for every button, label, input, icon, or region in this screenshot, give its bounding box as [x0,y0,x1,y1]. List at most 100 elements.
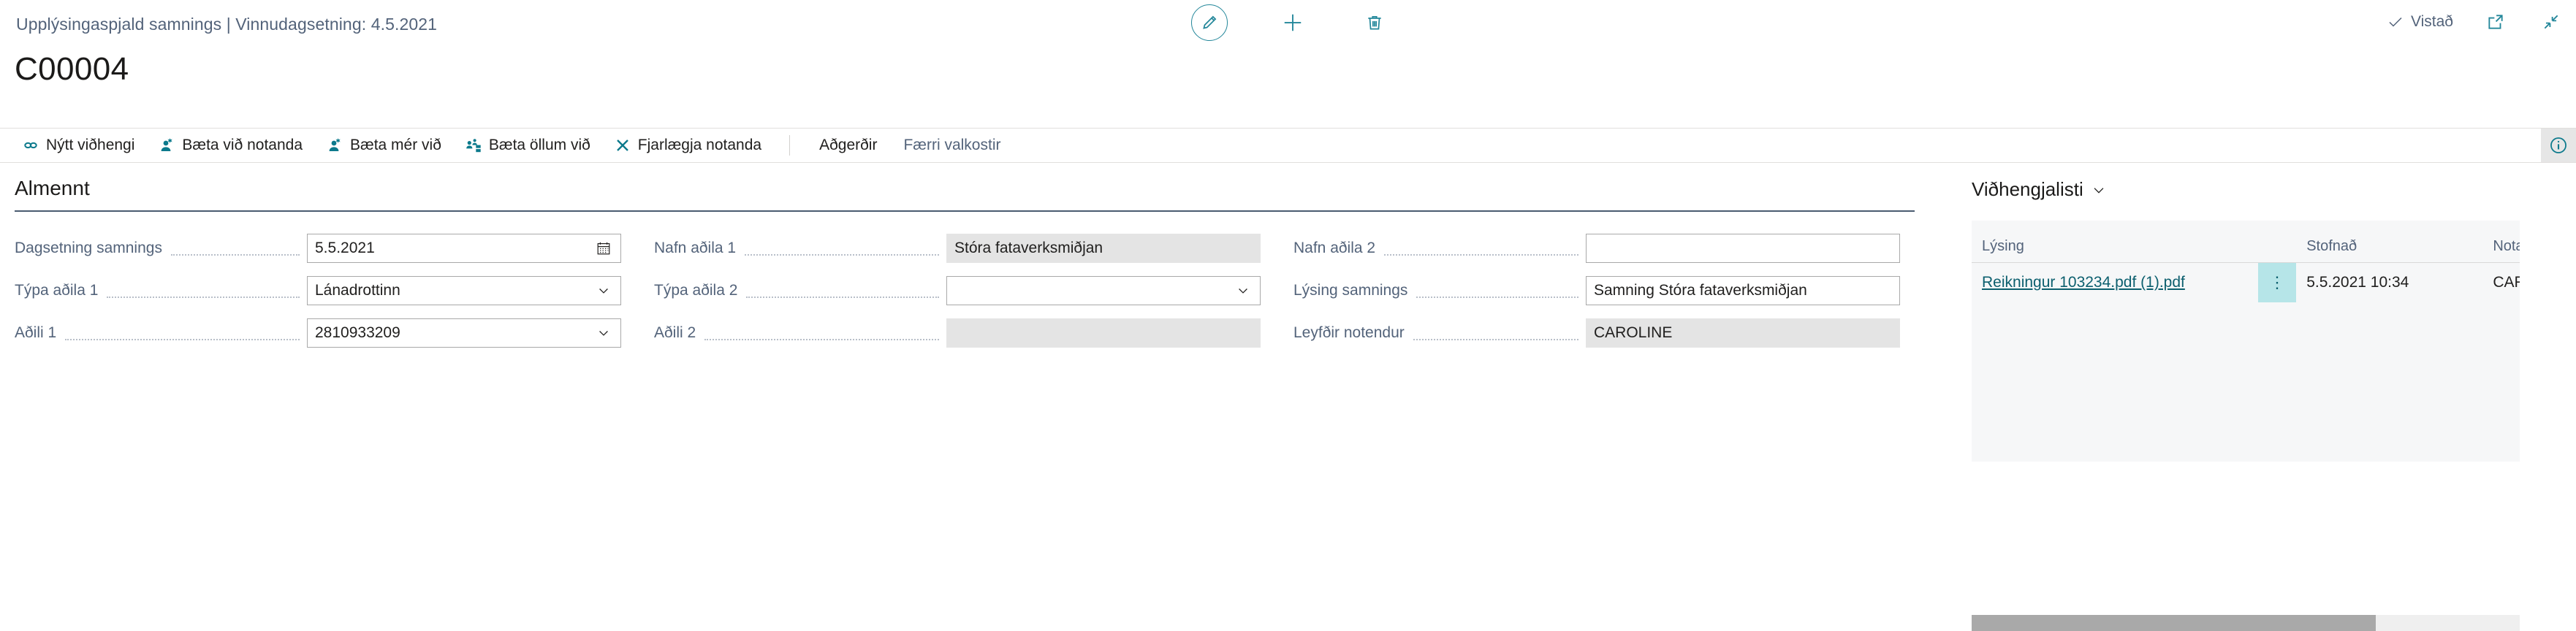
field-control: Lánadrottinn [307,276,621,305]
section-title-almennt: Almennt [15,177,90,199]
field-adili-2: Aðili 2 [654,318,1261,348]
field-control: 2810933209 [307,318,621,348]
field-column-2: Nafn aðila 1 Stóra fataverksmiðjan Týpa … [654,234,1261,361]
ribbon-new-attachment[interactable]: Nýtt viðhengi [10,129,146,162]
cell-created: 5.5.2021 10:34 [2296,262,2483,302]
edit-button[interactable] [1191,4,1228,41]
cell-user: CAROLIN [2482,262,2520,302]
allowed-users-display: CAROLINE [1586,318,1900,348]
remove-user-icon [614,137,631,154]
vertical-dots-icon: ⋮ [2268,273,2285,291]
action-ribbon: Nýtt viðhengi Bæta við notanda Bæta mér … [0,128,2576,163]
party-2-display [946,318,1261,348]
party-1-name-display: Stóra fataverksmiðjan [946,234,1261,263]
checkmark-icon [2387,13,2404,31]
field-value: Samning Stóra fataverksmiðjan [1594,282,1807,299]
attachment-table-head: Lýsing Stofnað Notandakó [1972,221,2520,263]
calendar-icon[interactable] [594,234,613,262]
column-header-stofnad[interactable]: Stofnað [2296,221,2483,263]
column-header-notandakodi[interactable]: Notandakó [2482,221,2520,263]
edit-icon [1200,13,1219,32]
ribbon-new-attachment-label: Nýtt viðhengi [46,137,135,153]
label-leader [65,324,300,340]
header-status-group: Vistað [2387,9,2564,35]
attachment-table-viewport: Lýsing Stofnað Notandakó Reikningur 1032… [1972,221,2520,462]
add-me-icon [326,137,343,154]
field-control: Stóra fataverksmiðjan [946,234,1261,263]
table-row[interactable]: Reikningur 103234.pdf (1).pdf ⋮ 5.5.2021… [1972,262,2520,302]
ribbon-add-me-label: Bæta mér við [350,137,441,153]
label-leader [170,240,300,256]
top-header-bar: Upplýsingaspjald samnings | Vinnudagsetn… [0,0,2576,46]
label-leader [1416,282,1578,298]
add-all-icon [465,137,482,154]
field-leyfdir-notendur: Leyfðir notendur CAROLINE [1293,318,1900,348]
add-icon [1282,12,1304,34]
field-typa-adila-1: Týpa aðila 1 Lánadrottinn [15,276,621,305]
field-control [1586,234,1900,263]
party-2-name-input[interactable] [1586,234,1900,263]
field-label: Dagsetning samnings [15,240,162,256]
attachment-list-title: Viðhengjalisti [1972,178,2083,200]
page-root: Upplýsingaspjald samnings | Vinnudagsetn… [0,0,2576,631]
collapse-icon [2542,12,2561,31]
link-icon [22,137,39,154]
ribbon-add-user[interactable]: Bæta við notanda [146,129,314,162]
attachment-list-header[interactable]: Viðhengjalisti [1972,178,2107,201]
field-control [946,276,1261,305]
ribbon-actions-menu[interactable]: Aðgerðir [806,129,890,162]
header-action-group [1191,4,1391,41]
field-typa-adila-2: Týpa aðila 2 [654,276,1261,305]
open-in-new-window-button[interactable] [2482,9,2509,35]
chevron-down-icon[interactable] [594,319,613,347]
delete-icon [1365,13,1384,32]
contract-description-input[interactable]: Samning Stóra fataverksmiðjan [1586,276,1900,305]
field-label: Aðili 2 [654,324,696,341]
ribbon-add-user-label: Bæta við notanda [182,137,303,153]
chevron-down-icon[interactable] [1234,277,1253,305]
column-header-actions [2257,221,2297,263]
field-label: Lýsing samnings [1293,282,1408,299]
column-header-lysing[interactable]: Lýsing [1972,221,2258,263]
breadcrumb: Upplýsingaspjald samnings | Vinnudagsetn… [16,15,438,34]
ribbon-add-all[interactable]: Bæta öllum við [453,129,602,162]
label-leader [1384,240,1578,256]
party-type-2-select[interactable] [946,276,1261,305]
section-divider [15,210,1915,212]
field-label: Nafn aðila 1 [654,240,737,256]
new-button[interactable] [1276,6,1310,39]
collapse-button[interactable] [2538,9,2564,35]
field-adili-1: Aðili 1 2810933209 [15,318,621,348]
contract-date-input[interactable]: 5.5.2021 [307,234,621,263]
ribbon-fewer-options[interactable]: Færri valkostir [890,129,1014,162]
scrollbar-thumb[interactable] [1972,615,2376,631]
field-nafn-adila-1: Nafn aðila 1 Stóra fataverksmiðjan [654,234,1261,263]
ribbon-remove-user-label: Fjarlægja notanda [637,137,762,153]
save-status: Vistað [2387,13,2453,31]
field-label: Leyfðir notendur [1293,324,1405,341]
main-content: Almennt Dagsetning samnings 5.5.2021 Týp… [0,164,2576,631]
attachment-list-panel: Viðhengjalisti Lýsing Stofnað Notandakó [1958,164,2576,631]
field-value: Lánadrottinn [315,282,400,299]
field-value: 2810933209 [315,324,400,341]
field-value: CAROLINE [1594,324,1673,341]
chevron-down-icon[interactable] [594,277,613,305]
ribbon-remove-user[interactable]: Fjarlægja notanda [602,129,773,162]
delete-button[interactable] [1358,6,1391,39]
field-value: 5.5.2021 [315,240,375,256]
attachment-horizontal-scrollbar[interactable] [1972,615,2520,631]
ribbon-add-me[interactable]: Bæta mér við [314,129,453,162]
party-type-1-select[interactable]: Lánadrottinn [307,276,621,305]
panel-divider [1946,164,1947,488]
label-leader [745,240,939,256]
field-label: Aðili 1 [15,324,57,341]
row-menu-button[interactable]: ⋮ [2257,262,2297,302]
ribbon-add-all-label: Bæta öllum við [488,137,590,153]
info-button[interactable] [2541,129,2576,162]
field-dagsetning-samnings: Dagsetning samnings 5.5.2021 [15,234,621,263]
attachment-file-link[interactable]: Reikningur 103234.pdf (1).pdf [1982,274,2185,291]
field-label: Nafn aðila 2 [1293,240,1376,256]
field-column-1: Dagsetning samnings 5.5.2021 Týpa aðila … [15,234,621,361]
party-1-select[interactable]: 2810933209 [307,318,621,348]
field-nafn-adila-2: Nafn aðila 2 [1293,234,1900,263]
